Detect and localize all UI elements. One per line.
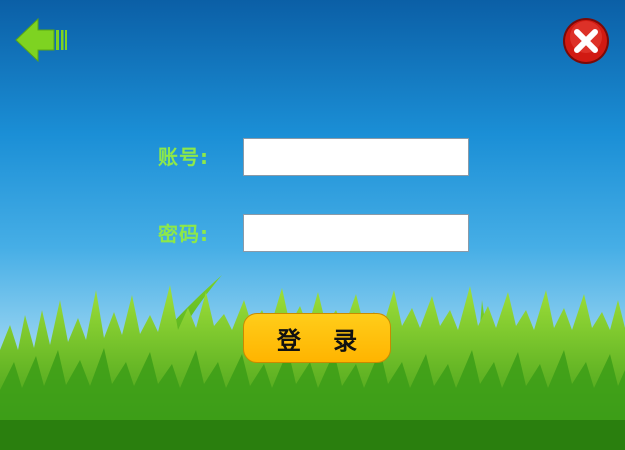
login-button[interactable]: 登 录 [243,313,391,363]
account-input[interactable] [243,138,469,176]
close-button[interactable] [562,17,610,65]
back-button[interactable] [14,16,68,64]
account-label: 账号: [158,145,209,169]
password-input[interactable] [243,214,469,252]
password-label: 密码: [158,222,209,246]
close-icon [563,18,609,64]
login-screen: 账号: 密码: 登 录 [0,0,625,450]
back-arrow-icon [15,17,67,63]
